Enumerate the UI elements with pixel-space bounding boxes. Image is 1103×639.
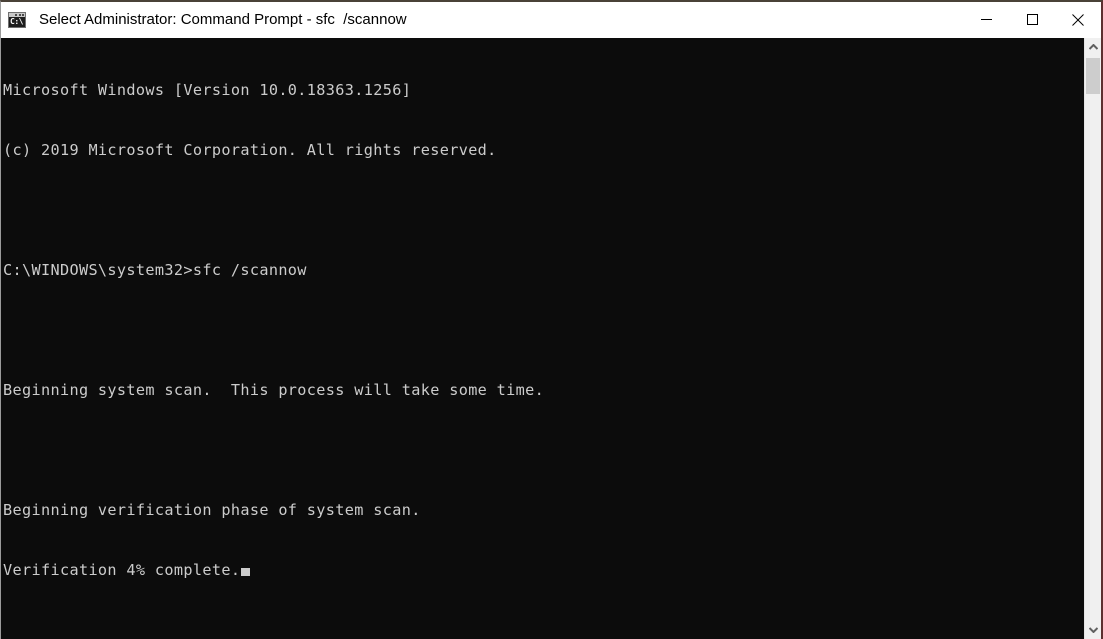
vertical-scrollbar[interactable] [1084, 38, 1101, 639]
maximize-icon [1026, 14, 1038, 25]
scroll-down-button[interactable] [1085, 621, 1101, 639]
chevron-down-icon [1088, 627, 1098, 633]
text-cursor [241, 568, 251, 576]
console-text: Microsoft Windows [Version 10.0.18363.12… [3, 40, 1084, 620]
maximize-button[interactable] [1009, 2, 1055, 37]
scroll-up-button[interactable] [1085, 38, 1101, 56]
window-controls [963, 2, 1101, 37]
cmd-console-icon: C:\ [8, 12, 26, 28]
icon-titlestrip-button [22, 14, 24, 16]
title-bar[interactable]: C:\ Select Administrator: Command Prompt… [1, 2, 1101, 38]
icon-titlestrip-button [18, 14, 21, 16]
close-button[interactable] [1055, 2, 1101, 37]
minimize-button[interactable] [963, 2, 1009, 37]
console-line: (c) 2019 Microsoft Corporation. All righ… [3, 141, 497, 159]
icon-titlestrip-button [15, 14, 17, 16]
console-output-area[interactable]: Microsoft Windows [Version 10.0.18363.12… [1, 38, 1084, 639]
icon-prompt-text: C:\ [10, 17, 23, 26]
scrollbar-thumb[interactable] [1086, 58, 1100, 94]
minimize-icon [980, 14, 992, 25]
window-title: Select Administrator: Command Prompt - s… [39, 11, 407, 28]
progress-text: Verification 4% complete. [3, 561, 241, 579]
console-line: Microsoft Windows [Version 10.0.18363.12… [3, 81, 412, 99]
console-line-prompt: C:\WINDOWS\system32>sfc /scannow [3, 261, 307, 279]
console-line-progress: Verification 4% complete. [3, 560, 1084, 580]
close-icon [1072, 13, 1084, 26]
console-line: Beginning verification phase of system s… [3, 501, 421, 519]
command-prompt-window: C:\ Select Administrator: Command Prompt… [0, 0, 1103, 639]
chevron-up-icon [1088, 44, 1098, 50]
console-line: Beginning system scan. This process will… [3, 381, 545, 399]
